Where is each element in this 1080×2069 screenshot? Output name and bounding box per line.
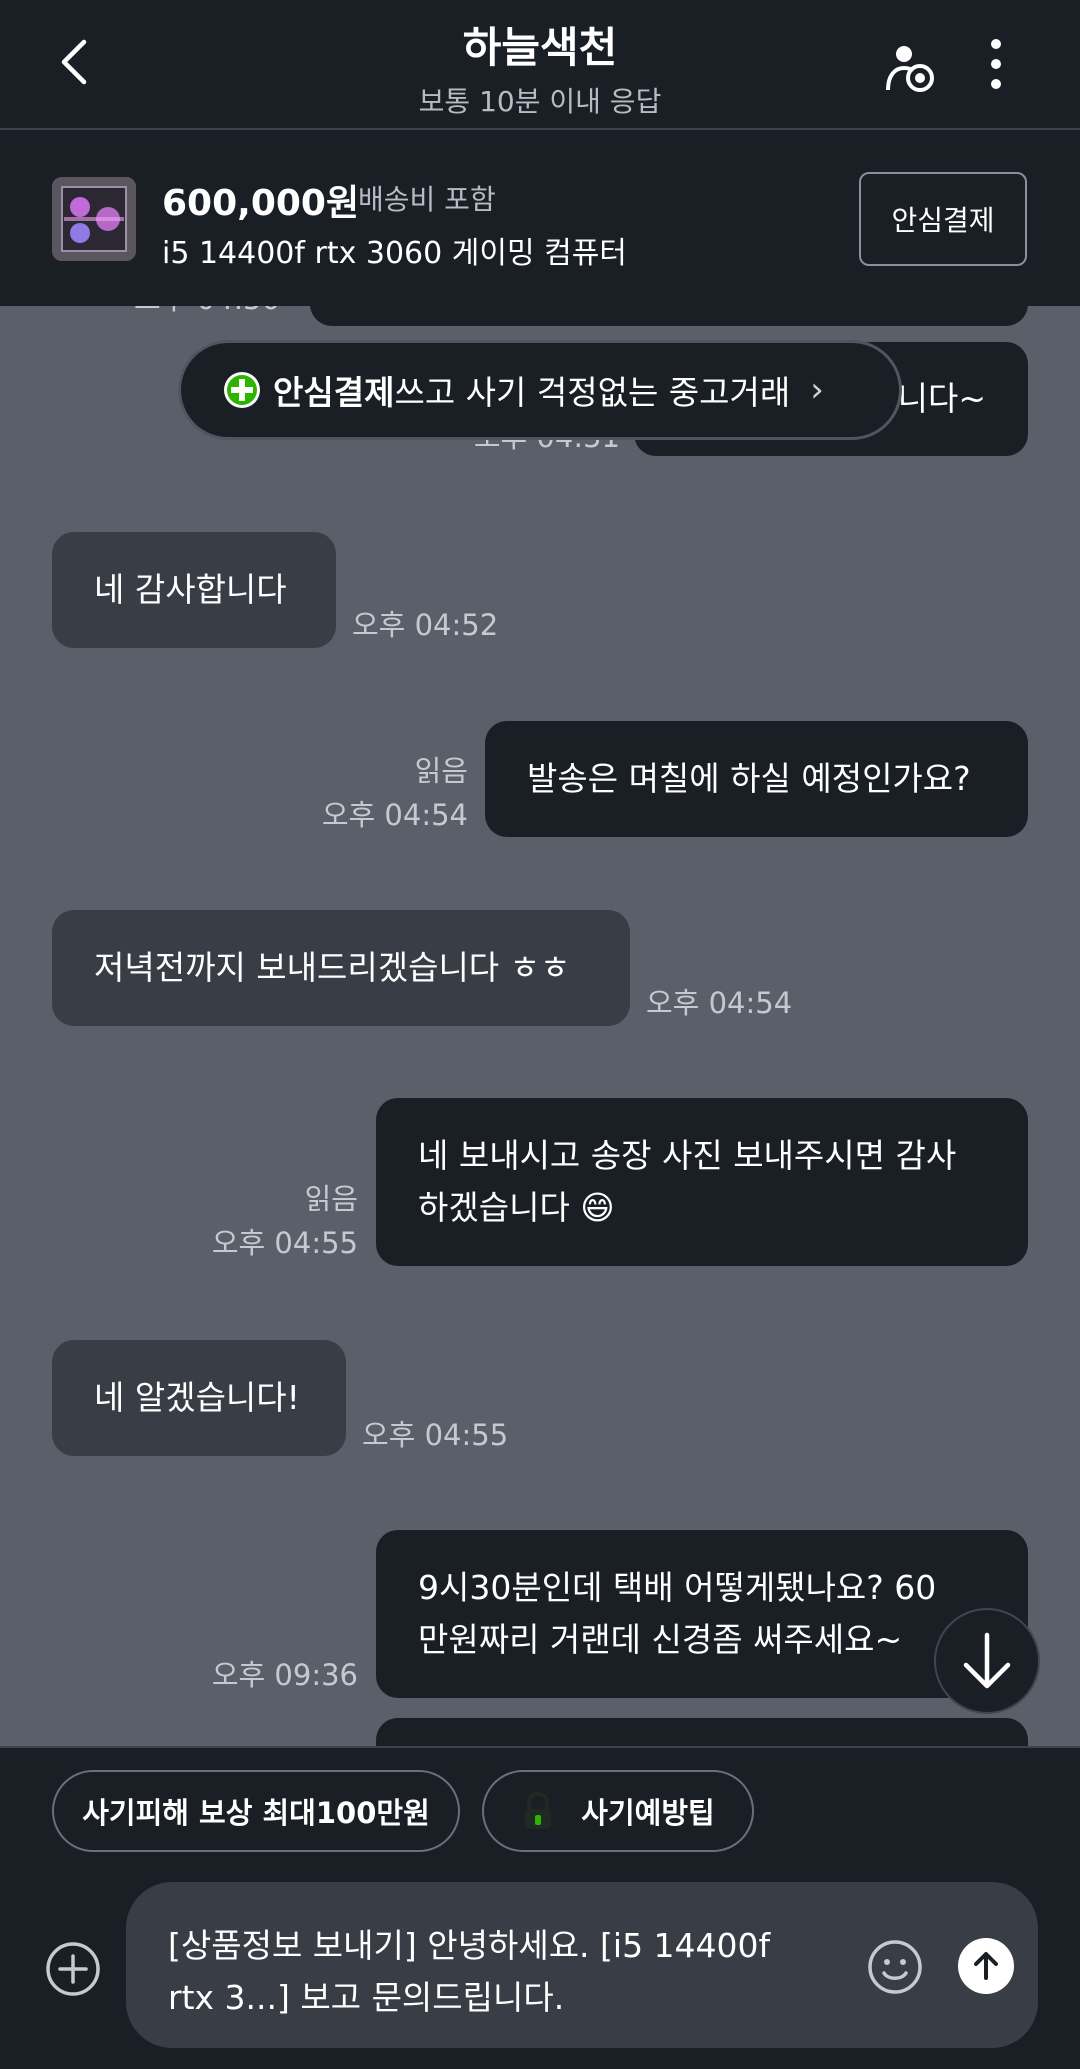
message-incoming[interactable]: 네 감사합니다	[52, 532, 336, 648]
chip-label: 사기예방팁	[581, 1796, 715, 1830]
read-status: 읽음	[304, 1182, 358, 1216]
message-text: 네 알겠습니다!	[94, 1378, 300, 1417]
message-composer: [상품정보 보내기] 안녕하세요. [i5 14400f rtx 3...] 보…	[0, 1882, 1080, 2069]
message-time: 오후 04:55	[362, 1418, 509, 1452]
plus-circle-icon	[46, 1942, 100, 1996]
smile-icon	[868, 1940, 922, 1994]
message-input[interactable]: [상품정보 보내기] 안녕하세요. [i5 14400f rtx 3...] 보…	[126, 1882, 1038, 2048]
product-bar[interactable]: 600,000원 배송비 포함 i5 14400f rtx 3060 게이밍 컴…	[0, 132, 1080, 306]
arrow-up-icon	[974, 1952, 998, 1980]
send-button[interactable]	[958, 1938, 1014, 1994]
message-time: 오후 04:55	[211, 1226, 358, 1260]
message-text-line2: 만원짜리 거랜데 신경좀 써주세요~	[418, 1620, 903, 1659]
more-button[interactable]	[970, 36, 1022, 92]
profile-button[interactable]	[880, 38, 940, 98]
product-price: 600,000원	[162, 183, 360, 224]
person-settings-icon	[886, 46, 934, 92]
message-incoming[interactable]: 저녁전까지 보내드리겠습니다 ㅎㅎ	[52, 910, 630, 1026]
more-vertical-icon	[991, 39, 1001, 89]
fraud-tips-chip[interactable]: 사기예방팁	[482, 1770, 754, 1852]
message-outgoing[interactable]: 네 보내시고 송장 사진 보내주시면 감사 하겠습니다 😄	[376, 1098, 1028, 1266]
message-text-line1: 9시30분인데 택배 어떻게됐나요? 60	[418, 1568, 937, 1607]
message-time: 오후 09:36	[211, 1658, 358, 1692]
input-line1: [상품정보 보내기] 안녕하세요. [i5 14400f	[168, 1926, 771, 1965]
partial-timestamp: 오후 04:50	[134, 306, 280, 320]
chat-area[interactable]: 오후 04:50 니다~ 오후 04:51 안심결제 쓰고 사기 걱정없는 중고…	[0, 306, 1080, 1746]
attach-button[interactable]	[44, 1940, 102, 1998]
message-incoming[interactable]: 네 알겠습니다!	[52, 1340, 346, 1456]
input-line2: rtx 3...] 보고 문의드립니다.	[168, 1978, 565, 2017]
quick-chips: 사기피해 보상 최대100만원 사기예방팁	[0, 1746, 1080, 1882]
product-thumbnail	[52, 177, 136, 261]
message-input-text[interactable]: [상품정보 보내기] 안녕하세요. [i5 14400f rtx 3...] 보…	[168, 1920, 828, 2024]
fraud-compensation-chip[interactable]: 사기피해 보상 최대100만원	[52, 1770, 460, 1852]
arrow-down-icon	[963, 1632, 1011, 1689]
scroll-to-bottom-button[interactable]	[934, 1608, 1040, 1714]
message-time: 오후 04:52	[352, 608, 499, 642]
product-name: i5 14400f rtx 3060 게이밍 컴퓨터	[162, 236, 627, 271]
chat-header: 하늘색천 보통 10분 이내 응답	[0, 0, 1080, 130]
safe-payment-banner[interactable]: 안심결제 쓰고 사기 걱정없는 중고거래 ›	[178, 340, 902, 440]
plus-circle-icon	[224, 372, 260, 408]
message-text: 저녁전까지 보내드리겠습니다 ㅎㅎ	[94, 948, 571, 987]
safe-payment-button[interactable]: 안심결제	[859, 172, 1027, 266]
chip-label: 사기피해 보상 최대100만원	[82, 1796, 430, 1830]
partial-bubble-bottom	[376, 1718, 1028, 1746]
message-outgoing[interactable]: 발송은 며칠에 하실 예정인가요?	[485, 721, 1028, 837]
message-text-line1: 네 보내시고 송장 사진 보내주시면 감사	[418, 1136, 957, 1175]
message-outgoing[interactable]: 9시30분인데 택배 어떻게됐나요? 60 만원짜리 거랜데 신경좀 써주세요~	[376, 1530, 1028, 1698]
partial-bubble-text: 니다~	[897, 379, 986, 418]
message-text: 발송은 며칠에 하실 예정인가요?	[527, 759, 971, 798]
message-text-line2: 하겠습니다 😄	[418, 1188, 615, 1227]
lock-icon	[525, 1791, 552, 1829]
message-text: 네 감사합니다	[94, 570, 287, 609]
message-time: 오후 04:54	[321, 798, 468, 832]
banner-text: 쓰고 사기 걱정없는 중고거래	[394, 373, 791, 412]
banner-bold-text: 안심결제	[273, 373, 395, 412]
read-status: 읽음	[414, 754, 468, 788]
shipping-info: 배송비 포함	[358, 183, 496, 216]
emoji-button[interactable]	[866, 1938, 924, 1996]
partial-bubble	[310, 306, 1028, 326]
chevron-right-icon: ›	[810, 370, 824, 410]
message-time: 오후 04:54	[646, 986, 793, 1020]
